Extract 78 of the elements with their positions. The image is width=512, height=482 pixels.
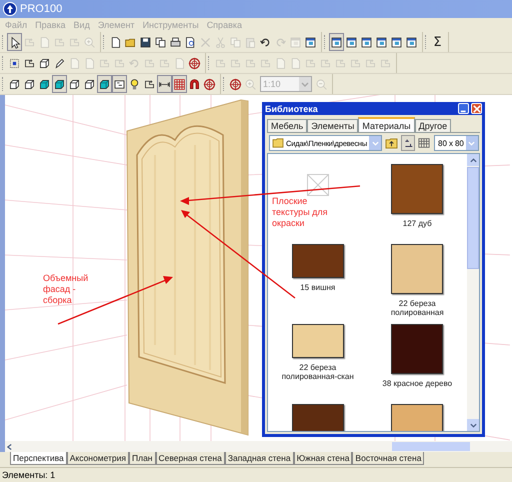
library-tab[interactable]: Элементы [307,119,358,132]
horizontal-scrollbar[interactable] [5,441,512,452]
window-icon [375,34,388,50]
close-button[interactable] [471,103,482,114]
app-logo-icon [3,2,17,16]
toolbar-button[interactable] [97,75,112,93]
page-magnifier-icon [184,34,197,50]
window-icon [390,34,403,50]
window-title: PRO100 [20,3,62,15]
close-icon [472,104,480,112]
material-swatch[interactable] [292,324,344,358]
view-tab[interactable]: Аксонометрия [66,452,129,465]
page-icon [83,56,96,70]
caret-icon [301,82,309,86]
window-icon [330,34,343,50]
light-bulb-icon [128,76,141,92]
material-swatch[interactable] [391,244,444,294]
toolbar-button[interactable] [157,75,172,93]
toolbar-button[interactable] [52,75,67,93]
view-tab[interactable]: Перспектива [10,452,67,465]
page-icon [38,34,51,50]
printer-icon [169,34,182,50]
magnet-icon [188,76,201,92]
toolbar-button[interactable] [7,33,22,51]
material-name: 38 красное дерево [381,379,454,388]
copy-icon [154,34,167,50]
toolbar-button[interactable] [329,33,344,51]
window-icon [405,34,418,50]
view-tab[interactable]: Южная стена [294,452,352,465]
missing-image-icon [306,174,329,196]
annotation-text: Плоские текстуры для окраски [272,196,329,229]
view-tab[interactable]: План [129,452,156,465]
library-tab[interactable]: Материалы [358,117,415,132]
material-name: 22 береза полированная-скан [280,363,355,381]
caret-icon [372,140,379,146]
thumbnail-size-dropdown[interactable]: 80 x 80 [434,135,479,151]
zoom-in-icon [83,34,96,50]
view-tab[interactable]: Северная стена [156,452,225,465]
view-tab[interactable]: Западная стена [224,452,294,465]
window-icon [360,34,373,50]
vertical-scrollbar[interactable] [467,154,479,431]
material-name: 15 вишня [299,283,336,292]
target-icon [188,56,201,70]
material-swatch[interactable] [292,404,344,431]
page-icon [173,56,186,70]
sort-button[interactable] [401,135,416,151]
window-icon [345,34,358,50]
status-text: Элементы: 1 [2,470,56,480]
material-name: 22 береза полированная [390,299,445,317]
toolbar-button[interactable] [112,75,127,93]
annotation-text: Объемный фасад - сборка [43,273,90,306]
view-tab[interactable]: Восточная стена [352,452,424,465]
zoom-in-icon [244,76,257,92]
page-icon [109,34,122,50]
page-icon [274,56,287,70]
library-title: Библиотека [265,104,319,114]
window-icon [289,34,302,50]
page-icon [68,56,81,70]
material-swatch[interactable] [391,324,444,374]
material-swatch[interactable] [292,244,344,278]
grid-icon [418,137,430,149]
scissors-icon [214,34,227,50]
window-icon [304,34,317,50]
minimize-button[interactable] [458,103,469,114]
caret-icon [468,140,476,146]
material-name: 127 дуб [402,219,433,228]
copy-icon [229,34,242,50]
sum-button[interactable]: Σ [430,33,445,51]
zoom-out-icon [315,76,328,92]
material-swatch[interactable] [391,164,444,214]
page-icon [289,56,302,70]
grid-icon [173,76,186,92]
library-tab[interactable]: Мебель [267,119,308,132]
library-tab[interactable]: Другое [414,119,452,132]
folder-icon [385,138,398,148]
folder-icon [272,138,284,148]
target-icon [229,76,242,92]
target-icon [203,76,216,92]
